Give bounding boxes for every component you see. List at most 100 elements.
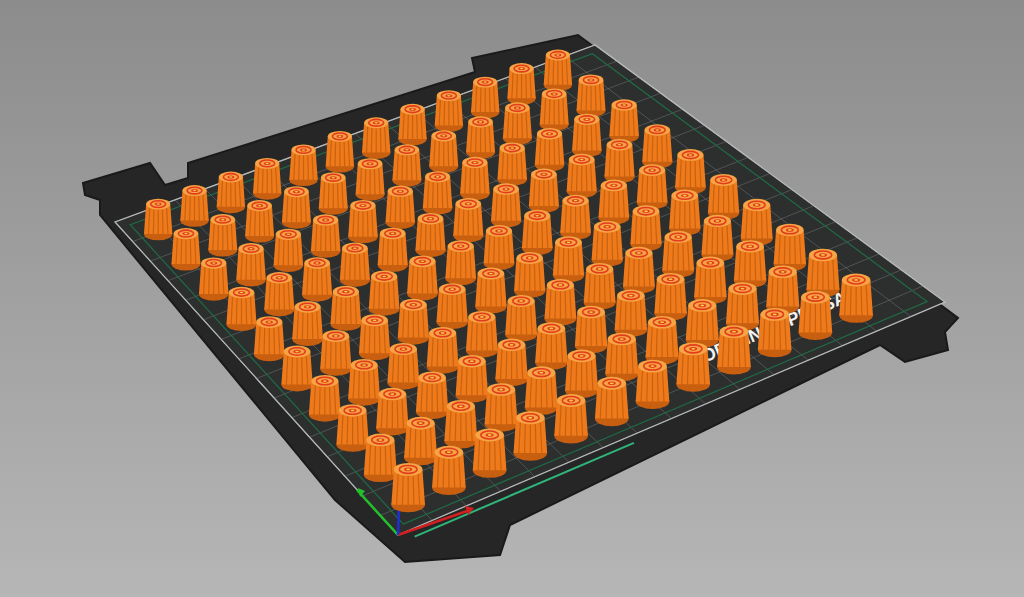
knob[interactable] xyxy=(386,186,416,229)
knob[interactable] xyxy=(208,214,237,256)
knob[interactable] xyxy=(356,158,385,200)
knob[interactable] xyxy=(503,102,532,144)
knob[interactable] xyxy=(292,301,323,346)
knob[interactable] xyxy=(245,200,274,242)
knob[interactable] xyxy=(609,99,639,142)
knob[interactable] xyxy=(717,325,751,374)
knob[interactable] xyxy=(726,282,759,330)
knob[interactable] xyxy=(560,195,591,240)
knob[interactable] xyxy=(535,128,565,171)
knob[interactable] xyxy=(522,210,553,255)
knob[interactable] xyxy=(799,291,833,340)
knob[interactable] xyxy=(484,225,515,270)
knob[interactable] xyxy=(340,242,370,286)
knob[interactable] xyxy=(575,306,607,354)
knob[interactable] xyxy=(540,88,569,130)
knob[interactable] xyxy=(572,114,602,157)
knob[interactable] xyxy=(662,231,694,278)
knob[interactable] xyxy=(392,144,421,186)
knob[interactable] xyxy=(466,116,495,158)
knob[interactable] xyxy=(302,257,332,301)
knob[interactable] xyxy=(466,311,498,358)
knob[interactable] xyxy=(226,287,256,331)
knob[interactable] xyxy=(144,199,172,241)
knob[interactable] xyxy=(676,342,710,391)
knob[interactable] xyxy=(432,446,466,495)
knob[interactable] xyxy=(584,263,616,310)
knob[interactable] xyxy=(599,179,630,224)
knob[interactable] xyxy=(774,224,806,272)
knob[interactable] xyxy=(525,366,558,414)
knob[interactable] xyxy=(577,74,606,116)
knob[interactable] xyxy=(636,360,670,409)
knob[interactable] xyxy=(289,144,317,186)
knob[interactable] xyxy=(309,375,341,422)
knob[interactable] xyxy=(544,279,576,326)
plate-3d-view[interactable]: ORIGINAL PRUSA M xyxy=(0,0,1024,597)
knob[interactable] xyxy=(435,90,463,132)
knob[interactable] xyxy=(766,265,799,313)
knob[interactable] xyxy=(378,228,408,272)
knob[interactable] xyxy=(326,131,354,173)
knob[interactable] xyxy=(734,240,766,288)
knob[interactable] xyxy=(359,314,390,360)
knob[interactable] xyxy=(311,214,341,257)
knob[interactable] xyxy=(529,169,559,213)
knob[interactable] xyxy=(491,183,521,227)
knob[interactable] xyxy=(199,257,229,300)
knob[interactable] xyxy=(445,240,476,285)
knob[interactable] xyxy=(646,316,679,364)
knob[interactable] xyxy=(637,164,668,209)
knob[interactable] xyxy=(669,190,700,236)
knob[interactable] xyxy=(437,283,468,329)
knob[interactable] xyxy=(544,50,572,92)
knob[interactable] xyxy=(253,158,281,200)
knob[interactable] xyxy=(348,200,378,243)
knob[interactable] xyxy=(535,322,567,370)
knob[interactable] xyxy=(264,272,294,316)
knob[interactable] xyxy=(630,205,661,251)
knob[interactable] xyxy=(471,77,499,119)
knob[interactable] xyxy=(507,63,535,105)
knob[interactable] xyxy=(217,172,245,214)
knob[interactable] xyxy=(453,198,483,242)
knob[interactable] xyxy=(364,434,397,482)
knob[interactable] xyxy=(806,249,839,297)
knob[interactable] xyxy=(595,377,629,426)
knob[interactable] xyxy=(427,327,459,374)
knob[interactable] xyxy=(320,330,351,376)
knob[interactable] xyxy=(623,247,655,294)
knob[interactable] xyxy=(391,463,425,512)
knob[interactable] xyxy=(369,271,400,316)
knob[interactable] xyxy=(387,343,419,390)
knob[interactable] xyxy=(348,359,380,406)
knob[interactable] xyxy=(460,157,490,200)
knob[interactable] xyxy=(473,429,507,478)
knob[interactable] xyxy=(423,171,453,214)
knob[interactable] xyxy=(376,388,408,436)
knob[interactable] xyxy=(444,400,477,448)
knob[interactable] xyxy=(686,299,719,347)
slicer-viewport[interactable]: ORIGINAL PRUSA M xyxy=(0,0,1024,597)
knob[interactable] xyxy=(274,229,304,272)
knob[interactable] xyxy=(282,186,311,228)
knob[interactable] xyxy=(615,289,647,337)
knob[interactable] xyxy=(171,228,200,270)
knob[interactable] xyxy=(514,411,548,460)
knob[interactable] xyxy=(514,252,545,298)
knob[interactable] xyxy=(456,355,488,403)
knob[interactable] xyxy=(758,308,792,357)
knob[interactable] xyxy=(604,139,634,183)
knob[interactable] xyxy=(404,417,437,465)
knob[interactable] xyxy=(505,295,537,342)
knob[interactable] xyxy=(567,154,597,198)
knob[interactable] xyxy=(398,299,429,345)
knob[interactable] xyxy=(497,142,527,185)
knob[interactable] xyxy=(416,371,448,419)
knob[interactable] xyxy=(281,346,312,392)
knob[interactable] xyxy=(675,149,706,194)
knob[interactable] xyxy=(495,339,527,387)
knob[interactable] xyxy=(180,185,208,227)
knob[interactable] xyxy=(708,174,739,220)
knob[interactable] xyxy=(741,199,773,246)
